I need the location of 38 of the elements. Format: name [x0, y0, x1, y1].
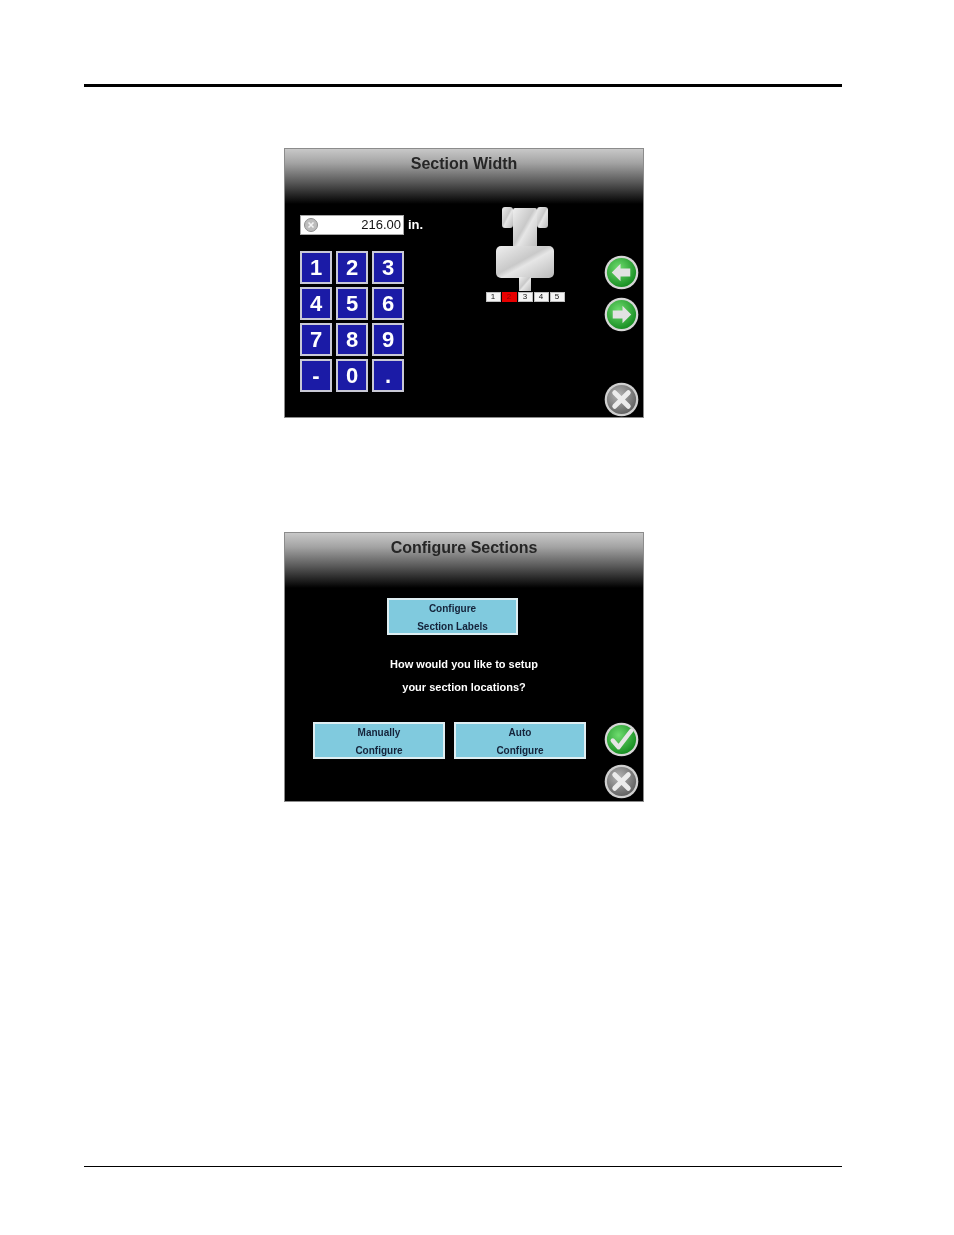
unit-label: in.	[408, 217, 424, 233]
check-icon	[604, 722, 639, 757]
screen-title: Configure Sections	[390, 538, 538, 558]
keypad-key[interactable]: 5	[336, 287, 368, 320]
keypad-key[interactable]: 3	[372, 251, 404, 284]
keypad-key[interactable]: 9	[372, 323, 404, 356]
section-indicator: 3	[517, 292, 533, 302]
width-field[interactable]: 216.00	[300, 215, 404, 235]
configure-option-button[interactable]: Auto Configure	[454, 722, 586, 759]
prompt-text: How would you like to setup your section locations?	[389, 657, 539, 695]
close-icon	[604, 382, 639, 417]
field-value: 216.00	[361, 217, 401, 233]
screen-title: Section Width	[410, 154, 518, 174]
keypad-key[interactable]: .	[372, 359, 404, 392]
next-button[interactable]	[604, 297, 639, 332]
keypad-key[interactable]: 6	[372, 287, 404, 320]
back-button[interactable]	[604, 255, 639, 290]
keypad-key[interactable]: 8	[336, 323, 368, 356]
close-icon	[604, 764, 639, 799]
section-indicator: 1	[485, 292, 501, 302]
tractor-icon	[496, 207, 554, 291]
keypad-key[interactable]: 7	[300, 323, 332, 356]
cancel-button[interactable]	[604, 764, 639, 799]
keypad-key[interactable]: 1	[300, 251, 332, 284]
section-labels-button[interactable]: Configure Section Labels	[387, 598, 518, 635]
clear-icon[interactable]	[304, 218, 318, 232]
keypad-key[interactable]: 0	[336, 359, 368, 392]
keypad-key[interactable]: -	[300, 359, 332, 392]
configure-option-button[interactable]: Manually Configure	[313, 722, 445, 759]
cancel-button[interactable]	[604, 382, 639, 417]
accept-button[interactable]	[604, 722, 639, 757]
section-indicator: 5	[549, 292, 565, 302]
section-indicator: 2	[501, 292, 517, 302]
section-indicator: 4	[533, 292, 549, 302]
left-arrow-icon	[604, 255, 639, 290]
right-arrow-icon	[604, 297, 639, 332]
keypad-key[interactable]: 4	[300, 287, 332, 320]
keypad-key[interactable]: 2	[336, 251, 368, 284]
